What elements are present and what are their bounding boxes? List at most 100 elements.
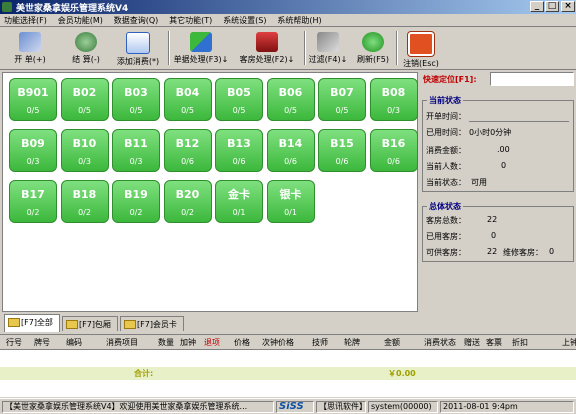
room-tile[interactable]: B09 0/3 xyxy=(9,129,57,172)
open-order-button[interactable]: 开 单(+) xyxy=(10,30,50,68)
guest-room-button[interactable]: 客房处理(F2)↓ xyxy=(236,30,298,68)
people-value: 0 xyxy=(501,161,507,170)
rooms-used-value: 0 xyxy=(491,231,497,240)
col-discount[interactable]: 折扣 xyxy=(512,337,528,348)
app-icon xyxy=(2,2,12,12)
room-tile[interactable]: B02 0/5 xyxy=(60,78,109,121)
tab-private-room[interactable]: [F7]包厢 xyxy=(62,316,118,331)
col-on-clock[interactable]: 上钟 xyxy=(562,337,576,348)
col-ticket[interactable]: 客票 xyxy=(486,337,502,348)
menu-function[interactable]: 功能选择(F) xyxy=(0,14,51,27)
room-tile[interactable]: B10 0/3 xyxy=(60,129,109,172)
room-name: B07 xyxy=(330,86,354,99)
quick-locate-label: 快速定位[F1]: xyxy=(423,75,477,84)
room-occupancy: 0/1 xyxy=(232,208,246,217)
room-name: B05 xyxy=(227,86,251,99)
room-tile[interactable]: B04 0/5 xyxy=(163,78,212,121)
window-title: 美世家桑拿娱乐管理系统V4 xyxy=(16,4,129,14)
room-tile[interactable]: B18 0/2 xyxy=(60,180,109,223)
col-price[interactable]: 价格 xyxy=(234,337,250,348)
room-name: B04 xyxy=(175,86,200,99)
menu-member[interactable]: 会员功能(M) xyxy=(54,14,107,27)
room-occupancy: 0/6 xyxy=(335,157,349,166)
quick-locate-input[interactable] xyxy=(490,72,574,86)
close-button[interactable]: × xyxy=(561,1,575,12)
col-return[interactable]: 退项 xyxy=(204,337,220,348)
tab-all[interactable]: [F7]全部 xyxy=(4,314,60,332)
col-next-price[interactable]: 次钟价格 xyxy=(262,337,294,348)
room-occupancy: 0/2 xyxy=(181,208,194,217)
menu-other[interactable]: 其它功能(T) xyxy=(165,14,216,27)
menu-query[interactable]: 数据查询(Q) xyxy=(110,14,163,27)
sum-value: ￥0.00 xyxy=(388,369,416,378)
filter-button[interactable]: 过滤(F4)↓ xyxy=(308,30,348,68)
maximize-button[interactable]: □ xyxy=(545,1,559,12)
room-tile[interactable]: 金卡 0/1 xyxy=(215,180,263,223)
col-qty[interactable]: 数量 xyxy=(158,337,174,348)
room-occupancy: 0/5 xyxy=(129,106,143,115)
checkout-button[interactable]: 结 算(-) xyxy=(64,30,108,68)
room-name: 银卡 xyxy=(279,188,302,201)
room-tile[interactable]: B19 0/2 xyxy=(112,180,160,223)
room-name: B15 xyxy=(330,137,354,150)
menu-help[interactable]: 系统帮助(H) xyxy=(273,14,325,27)
col-item[interactable]: 消费项目 xyxy=(106,337,138,348)
used-time-value: 0小时0分钟 xyxy=(469,128,512,137)
room-name: B18 xyxy=(72,188,97,201)
add-item-icon xyxy=(126,32,150,54)
col-row-no[interactable]: 行号 xyxy=(6,337,22,348)
col-rotation[interactable]: 轮牌 xyxy=(344,337,360,348)
room-occupancy: 0/6 xyxy=(387,157,400,166)
col-technician[interactable]: 技师 xyxy=(312,337,328,348)
grid-sum-row: 合计: ￥0.00 xyxy=(0,367,576,380)
room-tile[interactable]: B15 0/6 xyxy=(318,129,366,172)
room-name: B13 xyxy=(227,137,251,150)
logout-button[interactable]: 注销(Esc) xyxy=(400,30,442,68)
amount-value: .00 xyxy=(497,145,510,154)
col-add-clock[interactable]: 加钟 xyxy=(180,337,196,348)
room-name: B17 xyxy=(21,188,45,201)
add-consumption-button[interactable]: 添加消费(*) xyxy=(114,30,162,68)
room-tile[interactable]: B07 0/5 xyxy=(318,78,366,121)
current-status-group: 当前状态 开单时间： 已用时间： 0小时0分钟 消费金额： .00 当前人数： … xyxy=(422,95,574,192)
room-tile[interactable]: B08 0/3 xyxy=(369,78,418,121)
room-tile[interactable]: B14 0/6 xyxy=(266,129,315,172)
room-name: B02 xyxy=(72,86,97,99)
room-occupancy: 0/6 xyxy=(284,157,297,166)
room-tile[interactable]: B12 0/6 xyxy=(163,129,212,172)
room-tile[interactable]: B11 0/3 xyxy=(112,129,160,172)
status-datetime: 2011-08-01 9:4pm xyxy=(440,401,574,413)
refresh-button[interactable]: 刷新(F5) xyxy=(354,30,392,68)
minimize-button[interactable]: _ xyxy=(530,1,544,12)
col-code[interactable]: 编码 xyxy=(66,337,82,348)
room-tile[interactable]: B16 0/6 xyxy=(369,129,418,172)
consumption-grid[interactable]: 行号 牌号 编码 消费项目 数量 加钟 退项 价格 次钟价格 技师 轮牌 金额 … xyxy=(0,334,576,397)
toolbar: 开 单(+) 结 算(-) 添加消费(*) 单据处理(F3)↓ 客房处理(F2)… xyxy=(0,28,576,70)
brand-logo: SiSS xyxy=(276,401,314,413)
room-tile[interactable]: B17 0/2 xyxy=(9,180,57,223)
used-time-label: 已用时间： xyxy=(426,128,466,137)
col-tag[interactable]: 牌号 xyxy=(34,337,50,348)
room-tile[interactable]: B05 0/5 xyxy=(215,78,263,121)
amount-label: 消费金额： xyxy=(426,146,466,155)
people-label: 当前人数： xyxy=(426,162,466,171)
room-tile[interactable]: B03 0/5 xyxy=(112,78,160,121)
col-amount[interactable]: 金额 xyxy=(384,337,400,348)
room-tile[interactable]: 银卡 0/1 xyxy=(266,180,315,223)
room-tile[interactable]: B20 0/2 xyxy=(163,180,212,223)
room-tile[interactable]: B901 0/5 xyxy=(9,78,57,121)
status-panel: 快速定位[F1]: 当前状态 开单时间： 已用时间： 0小时0分钟 消费金额： … xyxy=(420,70,576,332)
room-tile[interactable]: B06 0/5 xyxy=(266,78,315,121)
document-process-button[interactable]: 单据处理(F3)↓ xyxy=(172,30,230,68)
menu-settings[interactable]: 系统设置(S) xyxy=(219,14,270,27)
room-filter-tabs: [F7]全部 [F7]包厢 [F7]会员卡 xyxy=(2,314,418,332)
status-user: system(00000) xyxy=(368,401,438,413)
room-occupancy: 0/5 xyxy=(26,106,40,115)
folder-icon xyxy=(66,320,78,329)
col-gift[interactable]: 赠送 xyxy=(464,337,480,348)
tab-member-card[interactable]: [F7]会员卡 xyxy=(120,316,184,331)
room-tile[interactable]: B13 0/6 xyxy=(215,129,263,172)
room-process-icon xyxy=(256,32,278,52)
room-occupancy: 0/6 xyxy=(232,157,246,166)
col-status[interactable]: 消费状态 xyxy=(424,337,456,348)
